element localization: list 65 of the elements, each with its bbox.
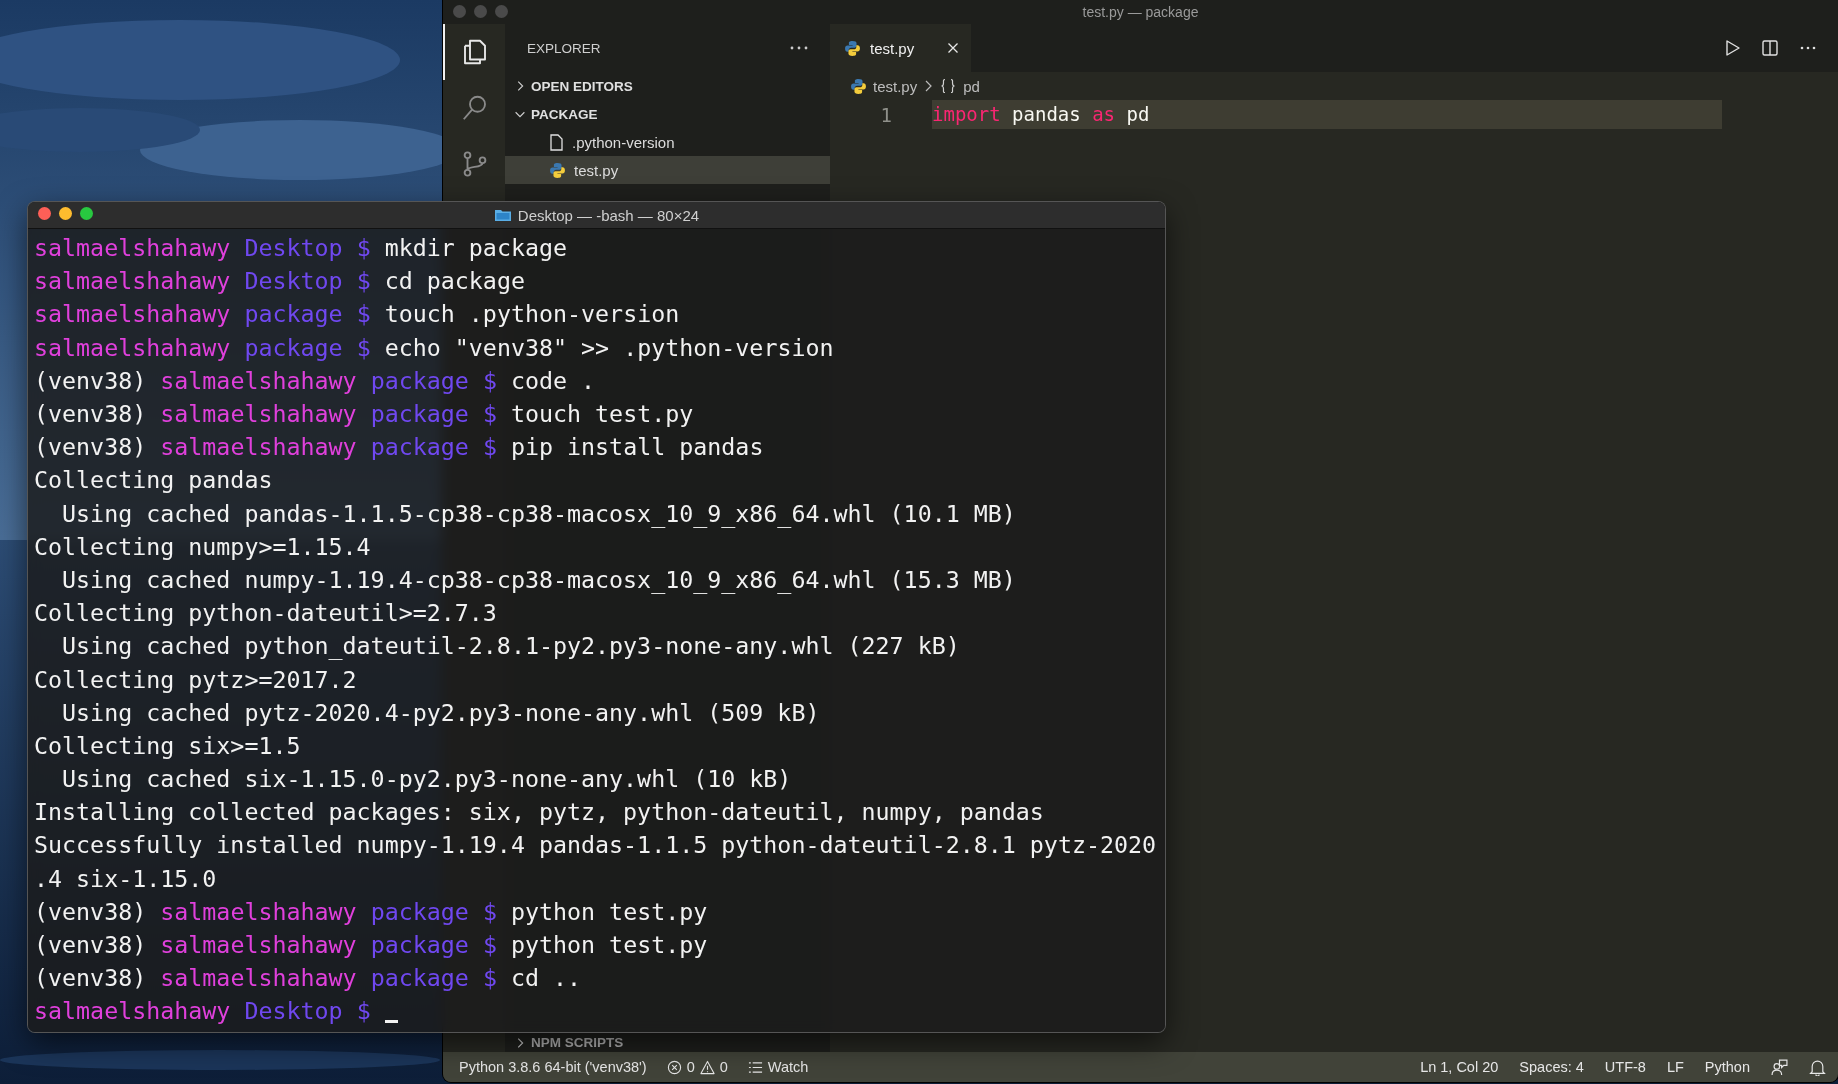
status-item[interactable]: Ln 1, Col 20: [1420, 1059, 1499, 1075]
prompt-line: (venv38) salmaelshahawy package $ python test.py: [34, 896, 708, 927]
breadcrumb-item[interactable]: pd: [963, 77, 980, 95]
person-speech-icon[interactable]: [1771, 1058, 1788, 1076]
output-line: Using cached python_dateutil-2.8.1-py2.py3-none-any.whl (227 kB): [61, 631, 960, 662]
breadcrumb-item[interactable]: test.py: [873, 77, 918, 95]
minimize-button[interactable]: [59, 207, 72, 220]
chevron-icon: [923, 80, 934, 92]
section-header[interactable]: PACKAGE: [531, 106, 598, 122]
output-line: .4 six-1.15.0: [34, 863, 217, 894]
prompt-line: salmaelshahawy package $ echo "venv38" >> .python-version: [34, 332, 834, 363]
prompt-line: (venv38) salmaelshahawy package $ pip install pandas: [34, 432, 764, 463]
output-line: Collecting pandas: [34, 465, 273, 496]
file-item[interactable]: test.py: [505, 156, 830, 184]
prompt-line: (venv38) salmaelshahawy package $ cd ..: [34, 963, 582, 994]
line-number: 1: [879, 103, 893, 126]
section-header[interactable]: NPM SCRIPTS: [531, 1035, 624, 1050]
output-line: Collecting six>=1.5: [34, 730, 301, 761]
watch-label[interactable]: Watch: [767, 1059, 809, 1075]
output-line: Successfully installed numpy-1.19.4 pandas-1.1.5 python-dateutil-2.8.1 pytz-2020: [34, 830, 1157, 861]
output-line: Using cached pytz-2020.4-py2.py3-none-any.whl (509 kB): [61, 697, 820, 728]
braces-icon: [939, 78, 958, 94]
output-line: Installing collected packages: six, pytz, python-dateutil, numpy, pandas: [34, 797, 1044, 828]
tab-label: test.py: [870, 39, 915, 57]
window-title: Desktop — -bash — 80×24: [517, 206, 700, 224]
output-line: Collecting pytz>=2017.2: [34, 664, 357, 695]
python-icon: [850, 77, 867, 95]
output-line: Collecting python-dateutil>=2.7.3: [34, 598, 497, 629]
status-item[interactable]: UTF-8: [1604, 1059, 1646, 1075]
list-icon: [747, 1059, 763, 1075]
section-header[interactable]: OPEN EDITORS: [531, 78, 633, 94]
python-icon: [844, 39, 861, 57]
sidebar-title: EXPLORER: [527, 40, 601, 56]
status-item[interactable]: Python 3.8.6 64-bit ('venv38'): [459, 1059, 647, 1075]
warning-icon: [699, 1059, 715, 1075]
file-name: test.py: [574, 161, 619, 179]
window-title: test.py — package: [1082, 4, 1199, 20]
error-count[interactable]: 0: [686, 1059, 695, 1075]
output-line: Collecting numpy>=1.15.4: [34, 531, 371, 562]
status-item[interactable]: Spaces: 4: [1519, 1059, 1584, 1075]
prompt-line: (venv38) salmaelshahawy package $ code .: [34, 365, 596, 396]
warning-count[interactable]: 0: [719, 1059, 728, 1075]
file-icon: [549, 133, 564, 151]
status-item[interactable]: Python: [1704, 1059, 1750, 1075]
error-icon: [666, 1059, 682, 1075]
prompt-line: (venv38) salmaelshahawy package $ touch test.py: [34, 399, 694, 430]
file-item[interactable]: .python-version: [505, 128, 830, 156]
zoom-button[interactable]: [80, 207, 93, 220]
status-item[interactable]: LF: [1666, 1059, 1684, 1075]
file-name: .python-version: [572, 133, 675, 151]
output-line: Using cached six-1.15.0-py2.py3-none-any.whl (10 kB): [61, 764, 792, 795]
python-icon: [549, 161, 566, 179]
folder-icon: [493, 208, 512, 222]
bell-icon[interactable]: [1809, 1058, 1826, 1076]
prompt-line: salmaelshahawy package $ touch .python-version: [34, 299, 680, 330]
prompt-line: (venv38) salmaelshahawy package $ python test.py: [34, 930, 708, 961]
prompt-line: salmaelshahawy Desktop $: [34, 996, 371, 1027]
close-button[interactable]: [38, 207, 51, 220]
split-editor-icon[interactable]: [1760, 38, 1780, 58]
more-icon[interactable]: [790, 46, 808, 50]
output-line: Using cached pandas-1.1.5-cp38-cp38-macosx_10_9_x86_64.whl (10.1 MB): [61, 498, 1016, 530]
output-line: Using cached numpy-1.19.4-cp38-cp38-macosx_10_9_x86_64.whl (15.3 MB): [61, 564, 1016, 596]
prompt-line: salmaelshahawy Desktop $ mkdir package: [34, 233, 568, 264]
editor-tab[interactable]: test.py: [830, 24, 972, 72]
prompt-line: salmaelshahawy Desktop $ cd package: [34, 266, 525, 297]
